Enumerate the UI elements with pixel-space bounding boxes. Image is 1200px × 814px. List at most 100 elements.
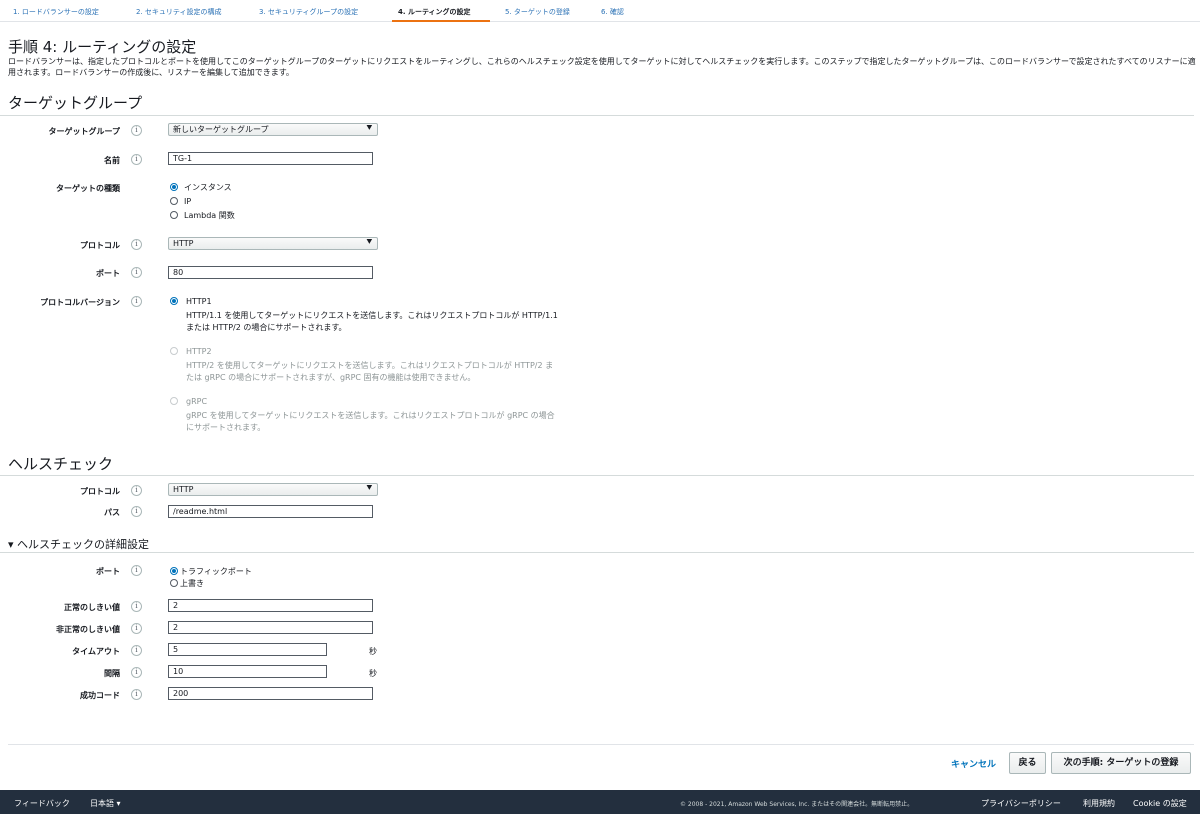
radio-disabled — [170, 347, 178, 355]
unhealthy-threshold-label: 非正常のしきい値 — [56, 625, 120, 634]
adv-port-override-option[interactable]: 上書き — [170, 578, 204, 589]
adv-port-traffic-option[interactable]: トラフィックポート — [170, 566, 252, 577]
info-icon[interactable]: i — [131, 239, 142, 250]
radio-selected[interactable] — [170, 297, 178, 305]
info-icon[interactable]: i — [131, 125, 142, 136]
target-group-section-title: ターゲットグループ — [8, 94, 143, 112]
divider — [0, 475, 1194, 476]
adv-port-label: ポート — [96, 567, 120, 576]
info-icon[interactable]: i — [131, 601, 142, 612]
console-footer: フィードバック 日本語 ▾ © 2008 - 2021, Amazon Web … — [0, 790, 1200, 814]
radio-label: トラフィックポート — [180, 567, 252, 576]
info-icon[interactable]: i — [131, 645, 142, 656]
http1-description-line1: HTTP/1.1 を使用してターゲットにリクエストを送信します。これはリクエスト… — [186, 311, 558, 320]
step-4-current: 4. ルーティングの設定 — [398, 8, 471, 16]
radio-label: Lambda 関数 — [184, 211, 235, 220]
language-selector[interactable]: 日本語 ▾ — [90, 798, 121, 809]
port-label: ポート — [96, 269, 120, 278]
step-6-link[interactable]: 6. 確認 — [601, 7, 624, 17]
timeout-input[interactable]: 5 — [168, 643, 327, 656]
info-icon[interactable]: i — [131, 623, 142, 634]
target-type-instance-option[interactable]: インスタンス — [170, 182, 232, 193]
http2-title: HTTP2 — [186, 347, 212, 356]
chevron-down-icon: ⯆ — [365, 484, 373, 494]
timeout-unit: 秒 — [369, 647, 377, 656]
cancel-button[interactable]: キャンセル — [951, 757, 996, 770]
divider — [8, 744, 1194, 745]
info-icon[interactable]: i — [131, 296, 142, 307]
hc-protocol-label: プロトコル — [80, 487, 120, 496]
healthy-threshold-label: 正常のしきい値 — [64, 603, 120, 612]
http1-title: HTTP1 — [186, 297, 212, 306]
radio-unselected[interactable] — [170, 211, 178, 219]
page-description: ロードバランサーは、指定したプロトコルとポートを使用してこのターゲットグループの… — [8, 57, 1196, 77]
name-input[interactable]: TG-1 — [168, 152, 373, 165]
http1-description-line2: または HTTP/2 の場合にサポートされます。 — [186, 323, 347, 332]
advanced-settings-toggle[interactable]: ▾ ヘルスチェックの詳細設定 — [8, 536, 149, 552]
info-icon[interactable]: i — [131, 506, 142, 517]
unhealthy-threshold-input[interactable]: 2 — [168, 621, 373, 634]
target-type-label: ターゲットの種類 — [56, 184, 120, 193]
step-5-link[interactable]: 5. ターゲットの登録 — [505, 7, 570, 17]
radio-label: インスタンス — [184, 183, 232, 192]
protocol-select[interactable]: HTTP ⯆ — [168, 237, 378, 250]
step-3-link[interactable]: 3. セキュリティグループの設定 — [259, 7, 358, 17]
success-codes-label: 成功コード — [80, 691, 120, 700]
wizard-steps: 1. ロードバランサーの設定 2. セキュリティ設定の構成 3. セキュリティグ… — [0, 0, 1200, 22]
protocol-label: プロトコル — [80, 241, 120, 250]
interval-input[interactable]: 10 — [168, 665, 327, 678]
grpc-title: gRPC — [186, 397, 208, 406]
active-step-indicator — [392, 20, 490, 22]
hc-path-label: パス — [104, 508, 120, 517]
divider — [0, 552, 1194, 553]
copyright-text: © 2008 - 2021, Amazon Web Services, Inc.… — [680, 801, 914, 808]
info-icon[interactable]: i — [131, 485, 142, 496]
info-icon[interactable]: i — [131, 667, 142, 678]
success-codes-input[interactable]: 200 — [168, 687, 373, 700]
hc-protocol-select[interactable]: HTTP ⯆ — [168, 483, 378, 496]
healthy-threshold-input[interactable]: 2 — [168, 599, 373, 612]
name-label: 名前 — [104, 156, 120, 165]
info-icon[interactable]: i — [131, 267, 142, 278]
radio-unselected[interactable] — [170, 579, 178, 587]
protocol-version-grpc-radio[interactable] — [170, 396, 184, 407]
health-check-section-title: ヘルスチェック — [8, 455, 114, 473]
target-group-label: ターゲットグループ — [48, 127, 120, 136]
timeout-label: タイムアウト — [72, 647, 120, 656]
protocol-version-http2-radio[interactable] — [170, 346, 184, 357]
info-icon[interactable]: i — [131, 154, 142, 165]
step-2-link[interactable]: 2. セキュリティ設定の構成 — [136, 7, 221, 17]
chevron-down-icon: ⯆ — [365, 238, 373, 248]
http2-description-line1: HTTP/2 を使用してターゲットにリクエストを送信します。これはリクエストプロ… — [186, 361, 554, 370]
radio-selected[interactable] — [170, 183, 178, 191]
privacy-policy-link[interactable]: プライバシーポリシー — [981, 798, 1061, 809]
http2-description-line2: たは gRPC の場合にサポートされますが、gRPC 固有の機能は使用できません… — [186, 373, 476, 382]
target-type-lambda-option[interactable]: Lambda 関数 — [170, 210, 235, 221]
next-step-button[interactable]: 次の手順: ターゲットの登録 — [1051, 752, 1191, 774]
divider — [0, 115, 1194, 116]
protocol-version-label: プロトコルバージョン — [40, 298, 120, 307]
back-button[interactable]: 戻る — [1009, 752, 1046, 774]
cookie-settings-link[interactable]: Cookie の設定 — [1133, 798, 1187, 809]
hc-protocol-select-value: HTTP — [173, 485, 194, 494]
hc-path-input[interactable]: /readme.html — [168, 505, 373, 518]
terms-link[interactable]: 利用規約 — [1083, 798, 1115, 809]
target-group-select[interactable]: 新しいターゲットグループ ⯆ — [168, 123, 378, 136]
protocol-select-value: HTTP — [173, 239, 194, 248]
interval-label: 間隔 — [104, 669, 120, 678]
info-icon[interactable]: i — [131, 565, 142, 576]
grpc-description-line1: gRPC を使用してターゲットにリクエストを送信します。これはリクエストプロトコ… — [186, 411, 555, 420]
radio-label: 上書き — [180, 579, 204, 588]
port-input[interactable]: 80 — [168, 266, 373, 279]
page-title: 手順 4: ルーティングの設定 — [8, 38, 197, 56]
step-1-link[interactable]: 1. ロードバランサーの設定 — [13, 7, 99, 17]
target-group-select-value: 新しいターゲットグループ — [173, 125, 269, 134]
grpc-description-line2: にサポートされます。 — [186, 423, 266, 432]
protocol-version-http1-radio[interactable] — [170, 296, 184, 307]
chevron-down-icon: ⯆ — [365, 124, 373, 134]
info-icon[interactable]: i — [131, 689, 142, 700]
target-type-ip-option[interactable]: IP — [170, 196, 191, 207]
radio-unselected[interactable] — [170, 197, 178, 205]
radio-selected[interactable] — [170, 567, 178, 575]
feedback-link[interactable]: フィードバック — [14, 798, 70, 809]
